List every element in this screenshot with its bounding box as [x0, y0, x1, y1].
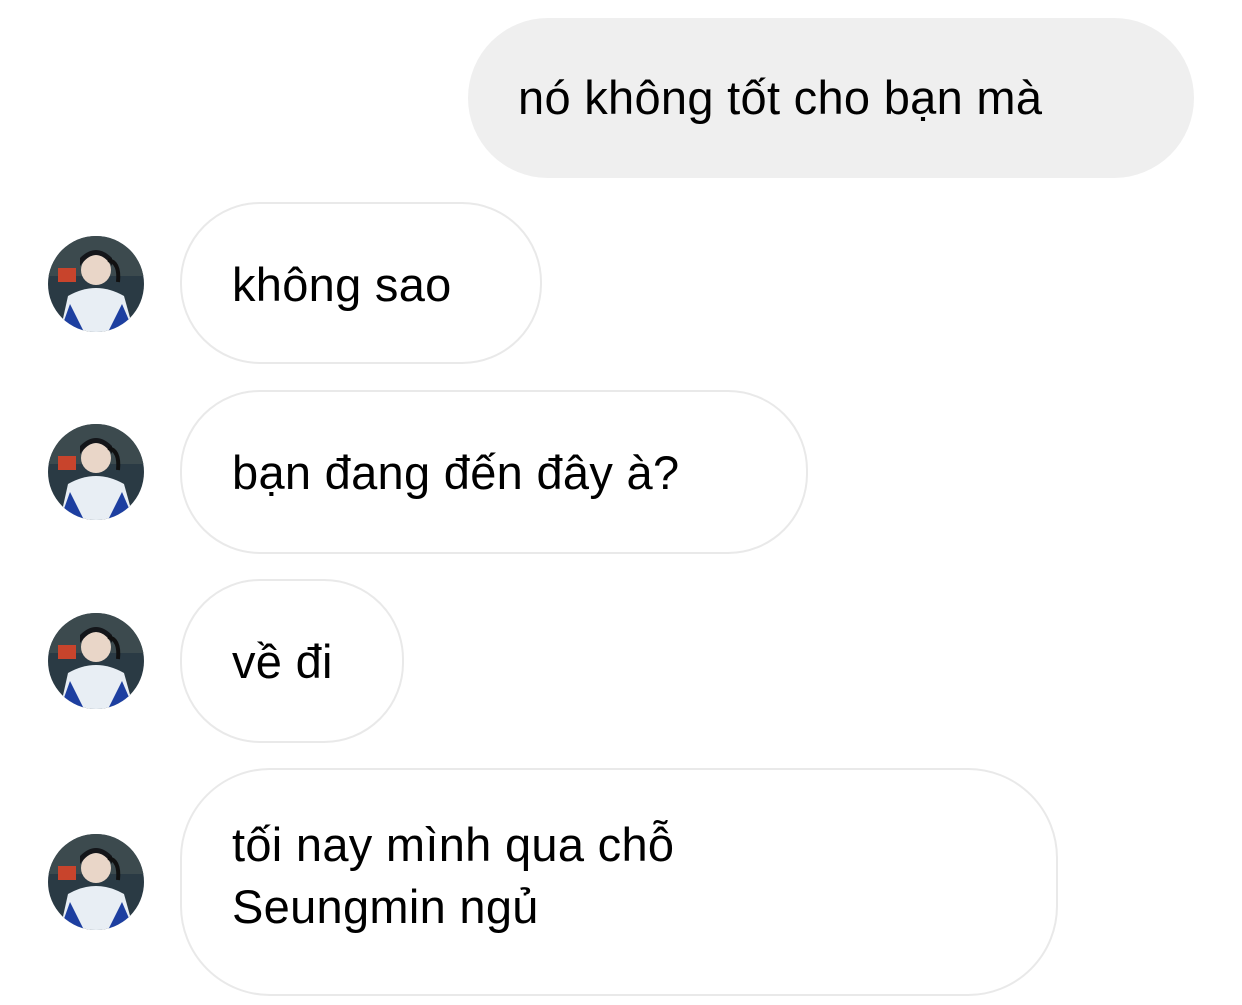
- incoming-message-bubble[interactable]: bạn đang đến đây à?: [180, 390, 808, 554]
- incoming-message-bubble[interactable]: tối nay mình qua chỗ Seungmin ngủ: [180, 768, 1058, 996]
- contact-avatar-icon[interactable]: [48, 613, 144, 709]
- outgoing-message-bubble[interactable]: nó không tốt cho bạn mà: [468, 18, 1194, 178]
- incoming-message-bubble[interactable]: về đi: [180, 579, 404, 743]
- contact-avatar-icon[interactable]: [48, 236, 144, 332]
- message-text: bạn đang đến đây à?: [232, 446, 680, 499]
- message-thread: nó không tốt cho bạn mà không sao bạn đa…: [0, 0, 1242, 1005]
- message-text: về đi: [232, 635, 333, 688]
- incoming-message-bubble[interactable]: không sao: [180, 202, 542, 364]
- contact-avatar-icon[interactable]: [48, 834, 144, 930]
- message-text: không sao: [232, 258, 452, 311]
- contact-avatar-icon[interactable]: [48, 424, 144, 520]
- message-text: tối nay mình qua chỗ Seungmin ngủ: [232, 818, 675, 933]
- message-text: nó không tốt cho bạn mà: [518, 71, 1043, 124]
